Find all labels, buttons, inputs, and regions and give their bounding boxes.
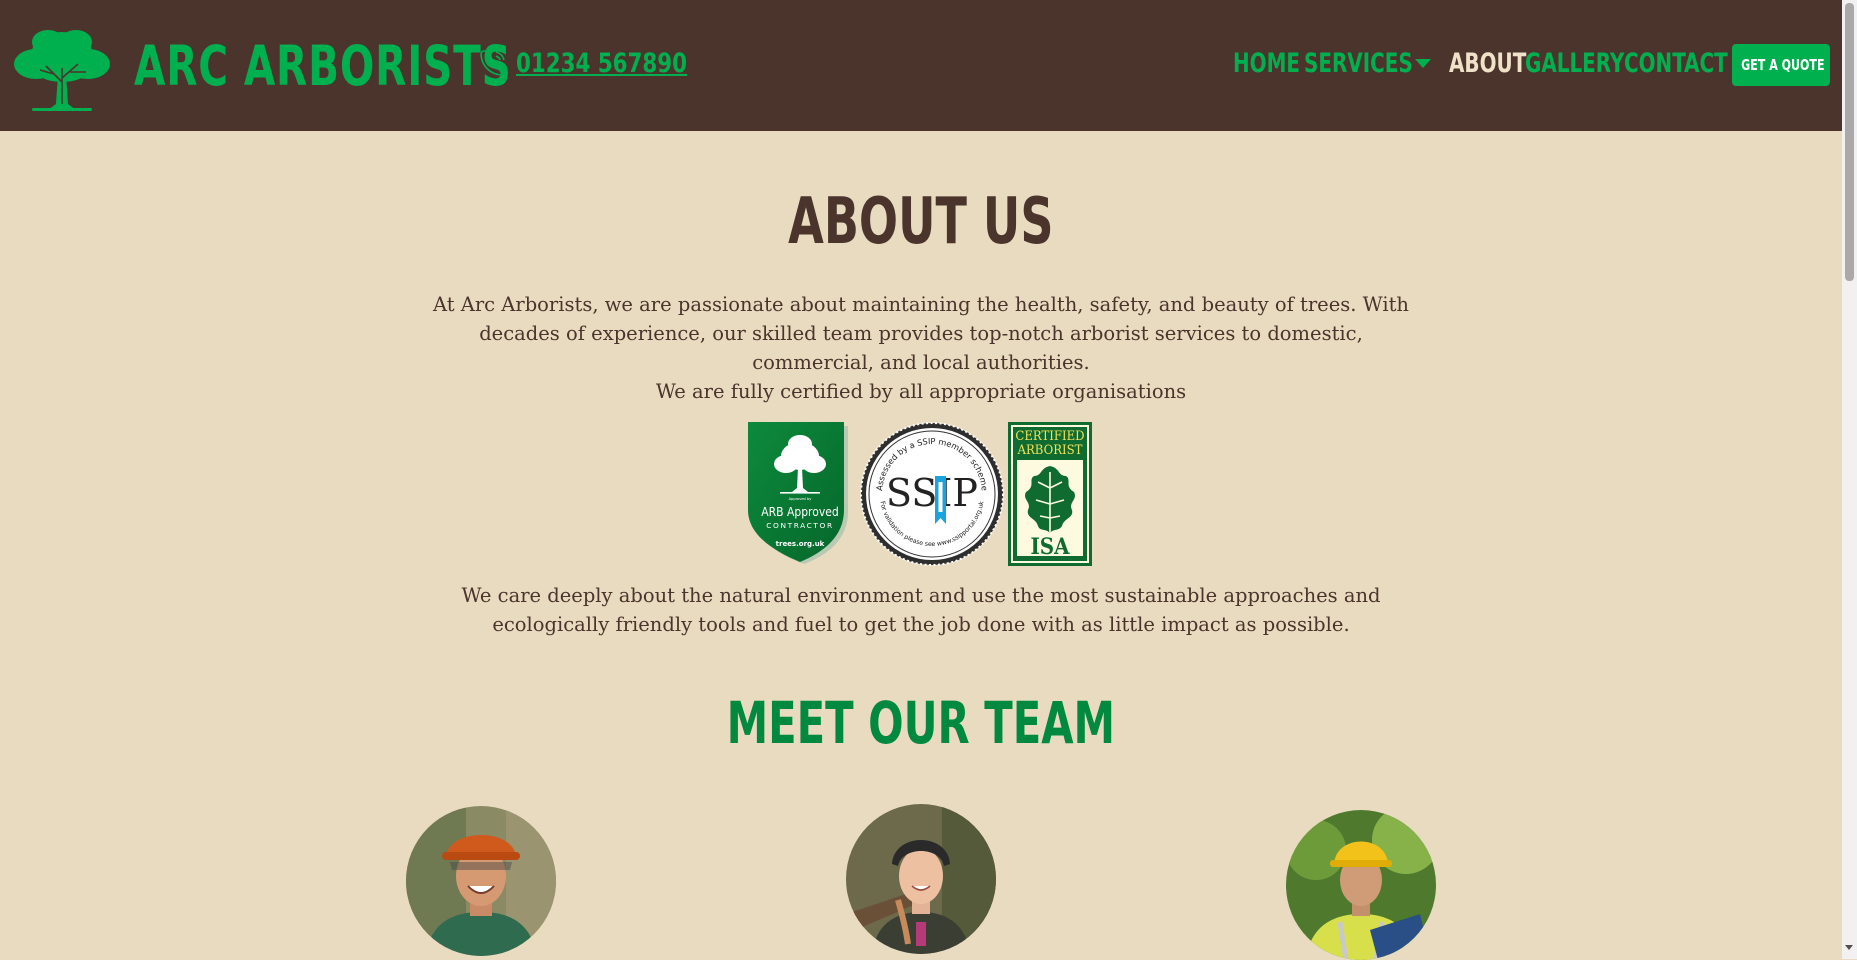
- ssip-center-text: SSIP: [886, 471, 978, 515]
- scroll-down-arrow-icon[interactable]: [1845, 945, 1853, 950]
- about-title: ABOUT US: [0, 186, 1842, 258]
- team-title: MEET OUR TEAM: [0, 688, 1842, 758]
- arb-approved-badge: Approved by ARB Approved CONTRACTOR tree…: [748, 422, 848, 564]
- arb-badge-line1: ARB Approved: [761, 505, 838, 519]
- get-a-quote-label: GET A QUOTE: [1741, 56, 1825, 74]
- isa-certified-arborist-badge: CERTIFIED ARBORIST ISA: [1008, 422, 1092, 566]
- tree-logo-icon[interactable]: [12, 26, 112, 112]
- nav-home[interactable]: HOME: [1233, 42, 1300, 86]
- team-member-photo-1: [406, 806, 556, 956]
- page-scrollbar[interactable]: [1842, 0, 1857, 959]
- team-member-photo-2: [846, 804, 996, 954]
- phone-icon: [480, 50, 506, 76]
- brand-name[interactable]: ARC ARBORISTS: [134, 26, 512, 106]
- site-header: ARC ARBORISTS 01234 567890 HOME SERVICES…: [0, 0, 1842, 131]
- team-member-photo-3: [1286, 810, 1436, 960]
- certified-text: We are fully certified by all appropriat…: [655, 380, 1187, 403]
- caret-down-icon[interactable]: [1413, 58, 1433, 70]
- get-a-quote-button[interactable]: GET A QUOTE: [1732, 44, 1830, 86]
- environment-text: We care deeply about the natural environ…: [461, 584, 1381, 636]
- arb-badge-line2: CONTRACTOR: [766, 521, 833, 530]
- arb-badge-tiny-text: Approved by: [789, 497, 813, 501]
- nav-contact[interactable]: CONTACT: [1624, 42, 1728, 86]
- nav-services[interactable]: SERVICES: [1304, 42, 1413, 86]
- isa-badge-line3: ISA: [1031, 534, 1071, 560]
- team-title-text: MEET OUR TEAM: [726, 689, 1116, 757]
- arb-badge-url: trees.org.uk: [776, 540, 825, 548]
- ssip-badge: Assessed by a SSIP member scheme For val…: [860, 422, 1004, 566]
- about-intro: At Arc Arborists, we are passionate abou…: [433, 293, 1409, 374]
- nav-gallery[interactable]: GALLERY: [1525, 42, 1624, 86]
- phone-number-link[interactable]: 01234 567890: [516, 44, 687, 84]
- nav-about[interactable]: ABOUT: [1449, 42, 1526, 86]
- isa-badge-line2: ARBORIST: [1017, 443, 1083, 458]
- isa-badge-line1: CERTIFIED: [1015, 429, 1084, 444]
- about-title-text: ABOUT US: [788, 185, 1054, 259]
- scrollbar-thumb[interactable]: [1845, 3, 1854, 281]
